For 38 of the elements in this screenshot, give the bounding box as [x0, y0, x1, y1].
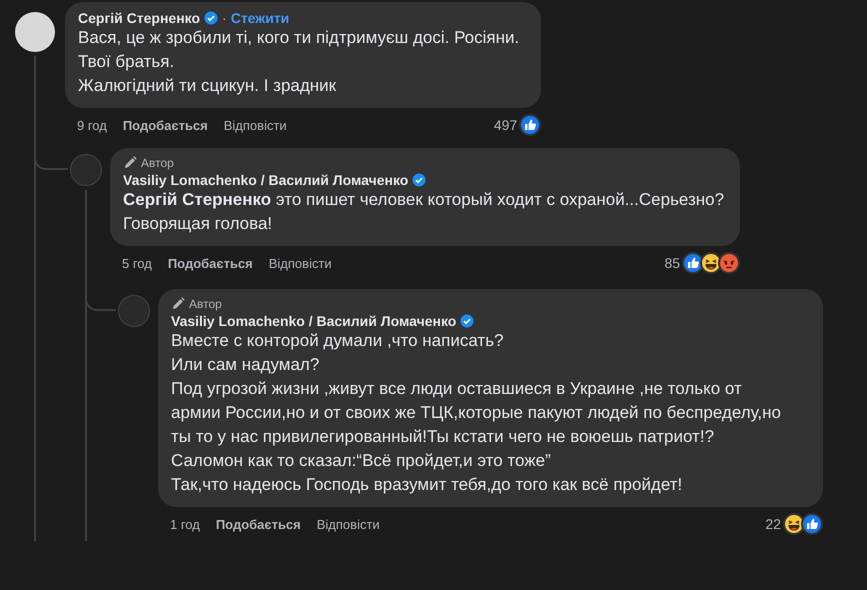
comment-text: Вместе с конторой думали ,что написать?	[171, 330, 505, 352]
timestamp[interactable]: 9 год	[77, 118, 107, 132]
dot-separator: ·	[222, 10, 227, 26]
angry-face-icon	[718, 252, 740, 274]
comment-text: Вася, це ж зробили ті, кого ти підтримуєш досі. Росіяни.	[78, 27, 520, 49]
pencil-icon	[123, 156, 137, 170]
reply-link[interactable]: Відповісти	[316, 516, 380, 532]
like-link[interactable]: Подобається	[216, 516, 301, 532]
comment-text: Так,что надеюсь Господь вразумит тебя,до того как всё пройдет!	[171, 474, 684, 496]
reaction-count[interactable]: 497	[494, 117, 518, 133]
thumbs-up-icon	[682, 252, 704, 274]
timestamp[interactable]: 5 год	[122, 256, 152, 270]
follow-link[interactable]: Стежити	[230, 10, 290, 26]
comment-text: Или сам надумал?	[171, 354, 320, 376]
laughing-face-icon	[783, 513, 805, 535]
avatar[interactable]	[15, 12, 55, 52]
author-name[interactable]: Сергій Стерненко	[78, 10, 200, 26]
author-name[interactable]: Vasiliy Lomachenko / Василий Ломаченко	[171, 313, 456, 329]
comment-text: Твої братья.	[78, 51, 176, 73]
reaction-count[interactable]: 85	[664, 255, 680, 271]
timestamp[interactable]: 1 год	[170, 516, 200, 532]
comment-text: Сергій Стерненко это пишет человек который ходит с охраной...Серьезно?	[123, 189, 724, 211]
author-label: Автор	[141, 156, 174, 170]
like-link[interactable]: Подобається	[122, 118, 208, 132]
laughing-face-icon	[700, 252, 722, 274]
like-link[interactable]: Подобається	[168, 256, 253, 270]
reaction-count[interactable]: 22	[765, 516, 781, 532]
reply-link[interactable]: Відповісти	[268, 256, 332, 270]
comment-text: Жалюгідний ти сцикун. І зрадник	[78, 75, 338, 97]
thumbs-up-icon	[519, 114, 542, 136]
comment-text: Саломон как то сказал:“Всё пройдет,и это тоже”	[171, 450, 552, 472]
comment-text: Под угрозой жизни ,живут все люди оставшиеся в Украине ,не только от армии России,но и от своих же ТЦК,которые пакуют людей по беспределу,но ты то у нас привилегированный!Ты кстати чего не воюешь патриот!?	[171, 378, 782, 448]
comment-text: Говорящая голова!	[123, 213, 274, 235]
author-label: Автор	[189, 297, 222, 311]
author-name[interactable]: Vasiliy Lomachenko / Василий Ломаченко	[123, 172, 408, 188]
pencil-icon	[171, 297, 185, 311]
reply-link[interactable]: Відповісти	[224, 118, 287, 132]
thumbs-up-icon	[801, 513, 823, 535]
